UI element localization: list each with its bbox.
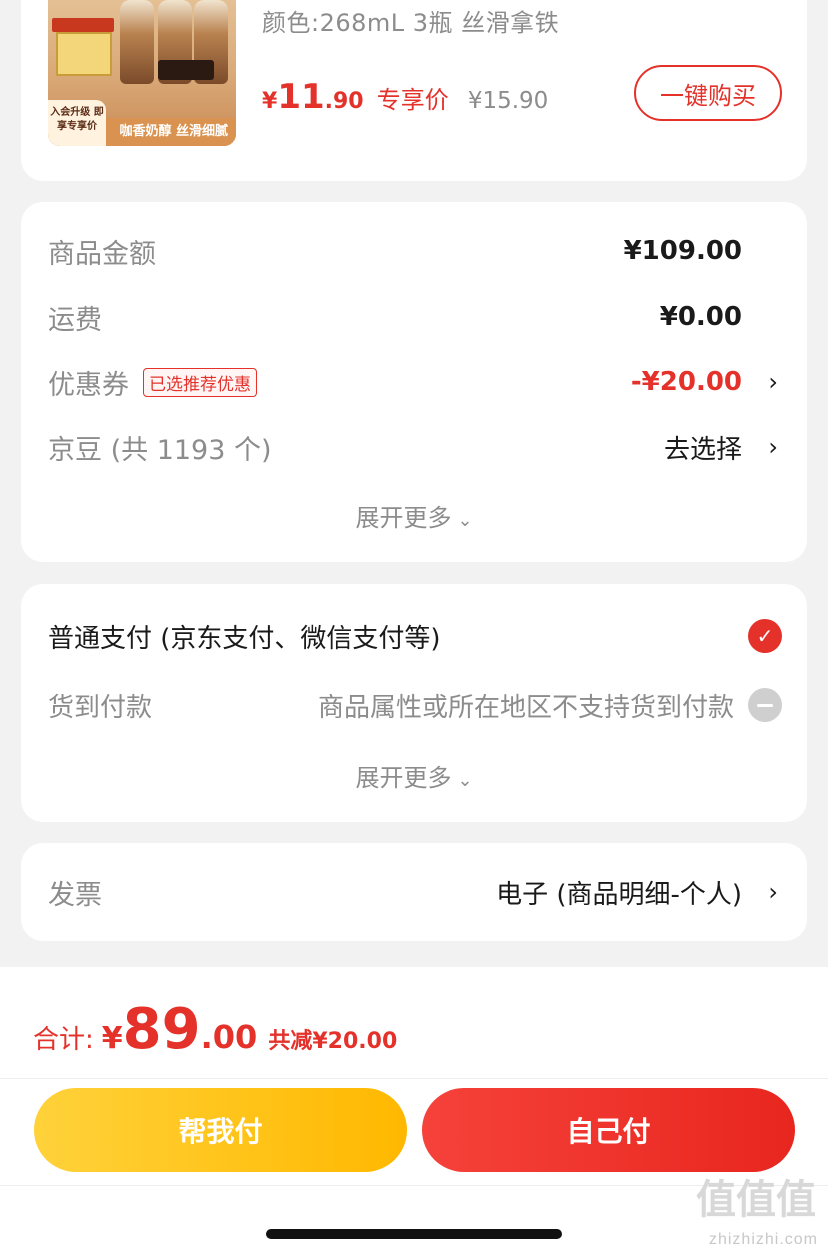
coupon-value: -¥20.00 (630, 367, 742, 397)
self-pay-button[interactable]: 自己付 (422, 1088, 795, 1172)
product-price: ¥11.90 专享价 ¥15.90 (262, 77, 548, 117)
cod-payment-option: 货到付款 商品属性或所在地区不支持货到付款 (48, 683, 782, 727)
goods-amount-label: 商品金额 (48, 238, 156, 270)
chevron-right-icon: › (768, 878, 778, 906)
product-spec: 颜色:268mL 3瓶 丝滑拿铁 (262, 9, 560, 37)
product-image[interactable]: 咖香奶醇 丝滑细腻 入会升级 即享专享价 (48, 0, 236, 146)
checkout-bar: 合计: ¥89.00 共减¥20.00 帮我付 自己付 值值值 zhizhizhi… (0, 967, 828, 1257)
total-decimal: .00 (200, 1018, 258, 1056)
minus-circle-icon (748, 688, 782, 722)
chevron-right-icon: › (768, 368, 778, 396)
coupon-selected-tag: 已选推荐优惠 (143, 367, 257, 397)
watermark-url: zhizhizhi.com (708, 1231, 818, 1248)
goods-amount-value: ¥109.00 (623, 236, 742, 266)
original-price: ¥15.90 (467, 88, 549, 114)
total-saved: 共减¥20.00 (268, 1029, 398, 1054)
shipping-row: 运费 ¥0.00 (48, 297, 780, 337)
price-decimal: .90 (324, 89, 364, 114)
invoice-row[interactable]: 发票 电子 (商品明细-个人) › (48, 872, 780, 912)
product-card: 咖香奶醇 丝滑细腻 入会升级 即享专享价 颜色:268mL 3瓶 丝滑拿铁 ¥1… (21, 0, 807, 181)
total-label: 合计: (33, 1025, 94, 1055)
cod-unavailable-note: 商品属性或所在地区不支持货到付款 (317, 692, 734, 723)
total-currency: ¥ (101, 1021, 123, 1056)
coupon-label: 优惠券 (48, 369, 129, 401)
one-click-buy-button[interactable]: 一键购买 (634, 65, 782, 121)
member-badge: 入会升级 即享专享价 (48, 100, 106, 146)
payment-expand-more[interactable]: 展开更多 ⌄ (21, 758, 807, 793)
home-indicator[interactable] (266, 1229, 562, 1239)
chevron-right-icon: › (768, 433, 778, 461)
chevron-down-icon: ⌄ (457, 510, 473, 531)
order-total: 合计: ¥89.00 共减¥20.00 (33, 997, 397, 1062)
price-tag: 专享价 (376, 86, 449, 114)
invoice-value: 电子 (商品明细-个人) (496, 879, 742, 910)
shipping-value: ¥0.00 (659, 302, 742, 332)
divider (0, 1078, 828, 1079)
normal-payment-label: 普通支付 (京东支付、微信支付等) (48, 623, 441, 654)
brand-label-shape (158, 60, 214, 80)
jingdou-value: 去选择 (663, 434, 742, 465)
normal-payment-option[interactable]: 普通支付 (京东支付、微信支付等) ✓ (48, 614, 782, 658)
cod-label: 货到付款 (48, 692, 153, 723)
chevron-down-icon: ⌄ (457, 770, 473, 791)
shipping-label: 运费 (48, 304, 102, 336)
summary-expand-more[interactable]: 展开更多 ⌄ (21, 498, 807, 533)
invoice-card[interactable]: 发票 电子 (商品明细-个人) › (21, 843, 807, 941)
expand-more-label: 展开更多 (355, 504, 452, 532)
goods-amount-row: 商品金额 ¥109.00 (48, 231, 780, 271)
bottle-shape (120, 0, 154, 84)
expand-more-label: 展开更多 (355, 764, 452, 792)
price-currency: ¥ (262, 89, 278, 114)
price-integer: 11 (277, 77, 325, 117)
jingdou-label: 京豆 (共 1193 个) (48, 434, 272, 466)
watermark-logo: 值值值 (696, 1177, 816, 1223)
gift-box-shape (56, 32, 112, 76)
check-circle-icon[interactable]: ✓ (748, 619, 782, 653)
help-pay-button[interactable]: 帮我付 (34, 1088, 407, 1172)
promo-tag-shape (52, 18, 114, 32)
total-integer: 89 (122, 997, 201, 1062)
jingdou-row[interactable]: 京豆 (共 1193 个) 去选择 › (48, 427, 780, 467)
invoice-label: 发票 (48, 879, 102, 911)
coupon-row[interactable]: 优惠券 已选推荐优惠 -¥20.00 › (48, 362, 780, 402)
order-summary-card: 商品金额 ¥109.00 运费 ¥0.00 优惠券 已选推荐优惠 -¥20.00… (21, 202, 807, 562)
payment-method-card: 普通支付 (京东支付、微信支付等) ✓ 货到付款 商品属性或所在地区不支持货到付… (21, 584, 807, 822)
